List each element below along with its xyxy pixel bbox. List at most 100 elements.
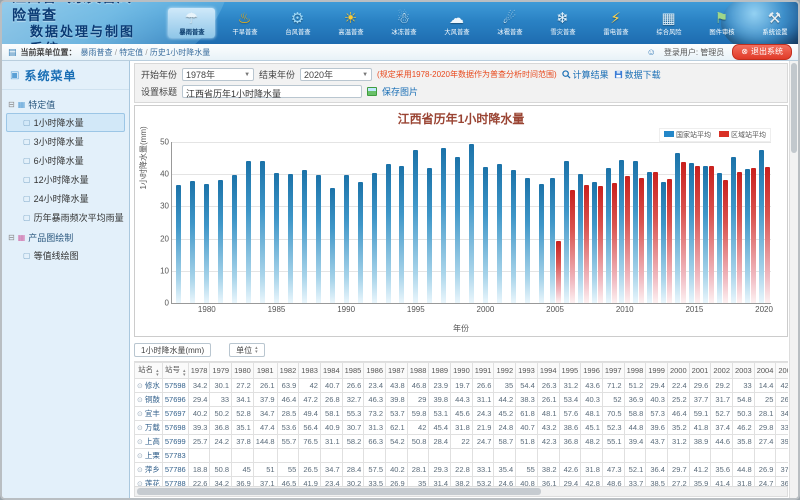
bar-national-2006[interactable] <box>564 161 569 303</box>
bar-national-1979[interactable] <box>190 181 195 303</box>
bar-national-1985[interactable] <box>274 173 279 303</box>
bar-national-1983[interactable] <box>246 161 251 303</box>
column-header-1986[interactable]: 1986 <box>364 363 386 379</box>
bar-regional-2006[interactable] <box>570 190 575 303</box>
bar-regional-2013[interactable] <box>667 179 672 303</box>
toolbar-item-雷电普查[interactable]: ⚡雷电普查 <box>592 8 639 38</box>
bar-regional-2014[interactable] <box>681 162 686 303</box>
table-row[interactable]: ⊙上栗57783 <box>135 449 789 463</box>
bar-national-1994[interactable] <box>399 166 404 303</box>
row-expand-icon[interactable]: ⊙ <box>137 439 143 446</box>
toolbar-item-冰雹普查[interactable]: ☄冰雹普查 <box>486 8 533 38</box>
horizontal-scrollbar[interactable] <box>134 486 788 497</box>
bar-national-1980[interactable] <box>204 184 209 303</box>
element-type-box[interactable]: 1小时降水量(mm) <box>134 343 211 357</box>
column-header-1979[interactable]: 1979 <box>210 363 232 379</box>
tree-parent-特定值[interactable]: ⊟▦特定值 <box>6 96 125 113</box>
bar-national-1993[interactable] <box>386 164 391 303</box>
column-header-2000[interactable]: 2000 <box>667 363 689 379</box>
column-header-2005[interactable]: 2005 <box>776 363 788 379</box>
chart-title-input[interactable]: 江西省历年1小时降水量 <box>182 85 362 98</box>
sidebar-item-历年暴雨频次平均雨量[interactable]: ▢历年暴雨频次平均雨量 <box>6 208 125 227</box>
column-header-station[interactable]: 站名▴▾ <box>135 363 163 379</box>
end-year-select[interactable]: 2020年 ▼ <box>300 68 372 81</box>
bar-national-2011[interactable] <box>633 161 638 303</box>
column-header-1982[interactable]: 1982 <box>277 363 299 379</box>
bar-national-1988[interactable] <box>316 175 321 303</box>
expand-icon[interactable]: ⊟ <box>8 100 15 109</box>
exit-system-button[interactable]: ⊗ 退出系统 <box>732 44 792 60</box>
bar-regional-2010[interactable] <box>625 176 630 303</box>
bar-regional-2007[interactable] <box>584 185 589 303</box>
bar-regional-2008[interactable] <box>598 186 603 303</box>
bar-national-2016[interactable] <box>703 166 708 303</box>
sidebar-item-12小时降水量[interactable]: ▢12小时降水量 <box>6 170 125 189</box>
column-header-1978[interactable]: 1978 <box>188 363 210 379</box>
toolbar-item-综合风险[interactable]: ▦综合风险 <box>645 8 692 38</box>
toolbar-item-干旱普查[interactable]: ♨干旱普查 <box>221 8 268 38</box>
table-row[interactable]: ⊙万载5769839.336.835.147.453.656.440.930.7… <box>135 421 789 435</box>
calculate-button[interactable]: 计算结果 <box>562 68 609 81</box>
bar-regional-2015[interactable] <box>695 166 700 303</box>
row-expand-icon[interactable]: ⊙ <box>137 383 143 390</box>
save-image-button[interactable]: 保存图片 <box>382 85 418 98</box>
row-expand-icon[interactable]: ⊙ <box>137 425 143 432</box>
sidebar-item-3小时降水量[interactable]: ▢3小时降水量 <box>6 132 125 151</box>
table-row[interactable]: ⊙修水5759834.230.127.226.163.94240.726.623… <box>135 379 789 393</box>
column-header-1993[interactable]: 1993 <box>516 363 538 379</box>
column-header-1997[interactable]: 1997 <box>602 363 624 379</box>
column-header-2001[interactable]: 2001 <box>689 363 711 379</box>
bar-national-2003[interactable] <box>525 178 530 303</box>
sidebar-item-1小时降水量[interactable]: ▢1小时降水量 <box>6 113 125 132</box>
column-header-1987[interactable]: 1987 <box>386 363 408 379</box>
bar-regional-2005[interactable] <box>556 241 561 303</box>
sidebar-item-等值线绘图[interactable]: ▢等值线绘图 <box>6 246 125 265</box>
sidebar-item-24小时降水量[interactable]: ▢24小时降水量 <box>6 189 125 208</box>
column-header-1988[interactable]: 1988 <box>407 363 429 379</box>
vertical-scrollbar[interactable] <box>789 61 798 498</box>
breadcrumb-item[interactable]: 历史1小时降水量 <box>150 48 210 57</box>
bar-national-2000[interactable] <box>483 167 488 303</box>
bar-regional-2017[interactable] <box>723 180 728 303</box>
toolbar-item-大风普查[interactable]: ☁大风普查 <box>433 8 480 38</box>
toolbar-item-系统设置[interactable]: ⚒系统设置 <box>751 8 798 38</box>
bar-national-2002[interactable] <box>511 170 516 303</box>
bar-national-1995[interactable] <box>413 150 418 303</box>
column-header-1980[interactable]: 1980 <box>232 363 254 379</box>
bar-regional-2020[interactable] <box>765 167 770 303</box>
table-row[interactable]: ⊙铜鼓5769629.43334.137.946.447.226.832.746… <box>135 393 789 407</box>
column-header-2003[interactable]: 2003 <box>733 363 755 379</box>
bar-national-2009[interactable] <box>606 168 611 303</box>
bar-national-1987[interactable] <box>302 170 307 303</box>
bar-national-2015[interactable] <box>689 163 694 303</box>
tree-parent-产品图绘制[interactable]: ⊟▦产品图绘制 <box>6 229 125 246</box>
column-header-2004[interactable]: 2004 <box>754 363 776 379</box>
bar-national-1982[interactable] <box>232 175 237 303</box>
column-header-1981[interactable]: 1981 <box>253 363 277 379</box>
breadcrumb-item[interactable]: 暴雨普查 <box>81 48 113 57</box>
bar-national-1984[interactable] <box>260 161 265 303</box>
bar-national-2014[interactable] <box>675 153 680 303</box>
bar-national-1999[interactable] <box>469 144 474 303</box>
column-header-2002[interactable]: 2002 <box>711 363 733 379</box>
bar-regional-2012[interactable] <box>653 172 658 303</box>
column-header-1984[interactable]: 1984 <box>320 363 342 379</box>
row-expand-icon[interactable]: ⊙ <box>137 411 143 418</box>
table-row[interactable]: ⊙上高5769925.724.237.8144.855.776.531.158.… <box>135 435 789 449</box>
toolbar-item-暴雨普查[interactable]: ☂暴雨普查 <box>168 8 215 38</box>
column-header-1999[interactable]: 1999 <box>646 363 668 379</box>
bar-national-1998[interactable] <box>455 157 460 304</box>
bar-national-2005[interactable] <box>550 178 555 303</box>
unit-sort-control[interactable]: 单位 ▴▾ <box>229 343 265 357</box>
table-row[interactable]: ⊙宜丰5769740.250.252.834.728.549.458.155.3… <box>135 407 789 421</box>
toolbar-item-雪灾普查[interactable]: ❄雪灾普查 <box>539 8 586 38</box>
column-header-1991[interactable]: 1991 <box>472 363 494 379</box>
bar-national-2017[interactable] <box>717 173 722 303</box>
column-header-1992[interactable]: 1992 <box>494 363 516 379</box>
bar-regional-2019[interactable] <box>751 168 756 303</box>
toolbar-item-冰冻普查[interactable]: ☃冰冻普查 <box>380 8 427 38</box>
bar-national-2018[interactable] <box>731 157 736 303</box>
column-header-id[interactable]: 站号▴▾ <box>162 363 188 379</box>
toolbar-item-台风普查[interactable]: ⚙台风普查 <box>274 8 321 38</box>
start-year-select[interactable]: 1978年 ▼ <box>182 68 254 81</box>
